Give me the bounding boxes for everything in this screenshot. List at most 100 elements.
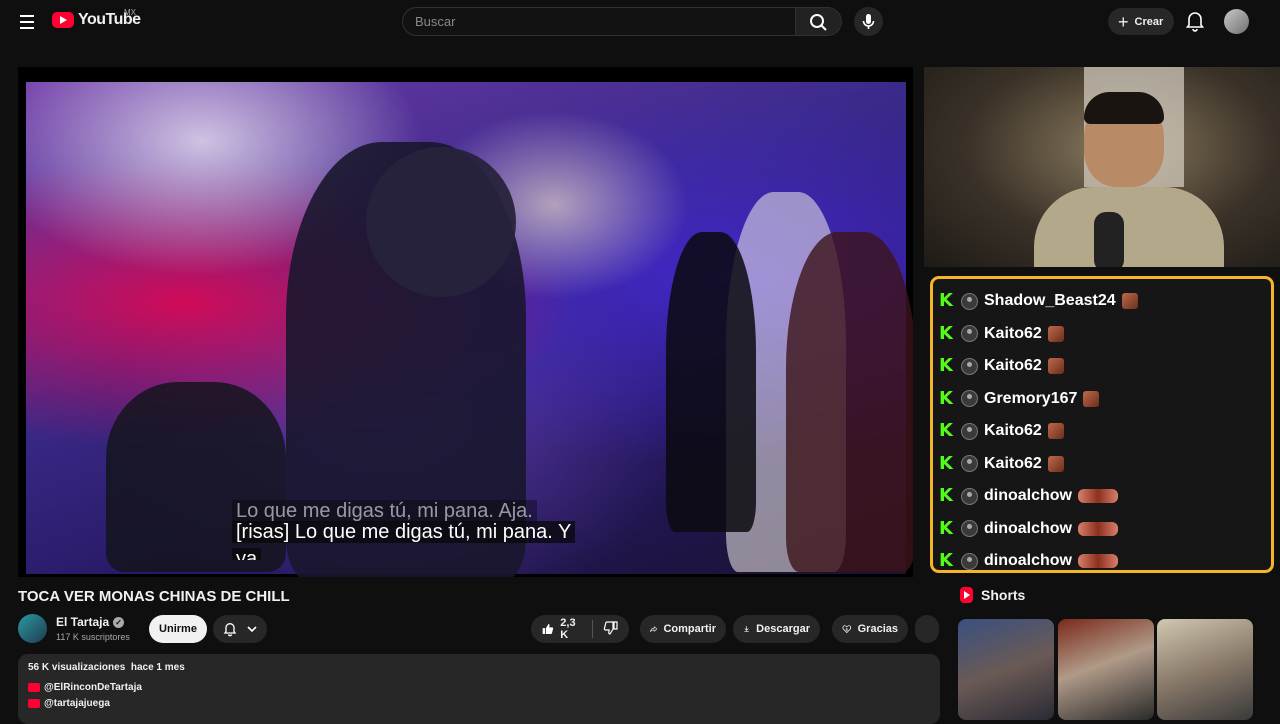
user-icon bbox=[961, 292, 978, 310]
kick-logo-icon: K bbox=[939, 550, 953, 572]
video-figure bbox=[366, 147, 516, 297]
kick-logo-icon: K bbox=[939, 387, 953, 409]
chat-message: Kdinoalchow bbox=[939, 480, 1271, 513]
search-input[interactable]: Buscar bbox=[402, 7, 796, 36]
channel-link[interactable]: @tartajajuega bbox=[28, 698, 930, 709]
video-meta: 56 K visualizaciones hace 1 mes bbox=[28, 662, 930, 673]
download-label: Descargar bbox=[756, 623, 810, 635]
join-button[interactable]: Unirme bbox=[149, 615, 207, 643]
heart-dollar-icon: $ bbox=[842, 625, 852, 634]
kick-logo-icon: K bbox=[939, 517, 953, 539]
share-label: Compartir bbox=[663, 623, 716, 635]
upload-date: hace 1 mes bbox=[130, 662, 185, 673]
shorts-heading-text: Shorts bbox=[981, 587, 1026, 603]
chat-message: K Kaito62 bbox=[939, 415, 1271, 448]
user-icon bbox=[961, 455, 978, 473]
download-button[interactable]: Descargar bbox=[733, 615, 820, 643]
short-thumbnail[interactable] bbox=[1157, 619, 1253, 720]
user-icon bbox=[961, 357, 978, 375]
shorts-icon bbox=[960, 587, 973, 603]
chat-username: Gremory167 bbox=[984, 389, 1078, 407]
share-button[interactable]: Compartir bbox=[640, 615, 726, 643]
divider bbox=[592, 620, 593, 638]
youtube-play-icon bbox=[52, 12, 74, 28]
emote-icon bbox=[1078, 489, 1118, 504]
video-figure bbox=[666, 232, 756, 532]
subtitle-text: ya bbox=[232, 548, 262, 560]
short-thumbnail[interactable] bbox=[958, 619, 1054, 720]
youtube-logo[interactable]: YouTube MX bbox=[52, 8, 141, 29]
emote-icon bbox=[1078, 554, 1118, 569]
chat-username: Shadow_Beast24 bbox=[984, 292, 1116, 310]
notifications-button[interactable] bbox=[1184, 9, 1206, 33]
emote-icon bbox=[1047, 455, 1064, 472]
like-count: 2,3 K bbox=[560, 617, 576, 641]
thanks-button[interactable]: $ Gracias bbox=[832, 615, 908, 643]
description-box[interactable]: 56 K visualizaciones hace 1 mes @ElRinco… bbox=[18, 654, 940, 724]
dislike-button[interactable] bbox=[603, 620, 619, 639]
channel-link[interactable]: @ElRinconDeTartaja bbox=[28, 682, 930, 693]
emote-icon bbox=[1078, 521, 1118, 536]
kick-logo-icon: K bbox=[939, 485, 953, 507]
youtube-icon bbox=[28, 683, 40, 692]
create-button[interactable]: + Crear bbox=[1108, 8, 1174, 35]
download-icon bbox=[744, 626, 749, 633]
like-button[interactable]: 2,3 K bbox=[541, 617, 582, 641]
share-icon bbox=[650, 626, 658, 632]
subscription-bell-button[interactable] bbox=[213, 615, 267, 643]
subtitle-line: [risas] Lo que me digas tú, mi pana. Y bbox=[232, 519, 612, 546]
chat-message: K Kaito62 bbox=[939, 318, 1271, 351]
voice-search-button[interactable] bbox=[854, 7, 883, 36]
chat-username: Kaito62 bbox=[984, 454, 1042, 472]
chat-username: dinoalchow bbox=[984, 519, 1072, 537]
chat-message: Kdinoalchow bbox=[939, 545, 1271, 578]
subtitle-line: ya bbox=[232, 546, 612, 560]
youtube-icon bbox=[28, 699, 40, 708]
chat-username: dinoalchow bbox=[984, 552, 1072, 570]
like-dislike-group: 2,3 K bbox=[531, 615, 629, 643]
user-icon bbox=[961, 422, 978, 440]
create-label: Crear bbox=[1134, 15, 1164, 28]
chat-message: Kdinoalchow bbox=[939, 513, 1271, 546]
channel-name-text: El Tartaja bbox=[56, 615, 110, 629]
emote-icon bbox=[1047, 358, 1064, 375]
channel-avatar[interactable] bbox=[18, 614, 47, 643]
user-icon bbox=[961, 487, 978, 505]
chat-username: Kaito62 bbox=[984, 357, 1042, 375]
emote-icon bbox=[1047, 423, 1064, 440]
chat-username: Kaito62 bbox=[984, 422, 1042, 440]
menu-icon[interactable] bbox=[14, 10, 40, 34]
kick-logo-icon: K bbox=[939, 355, 953, 377]
chat-username: dinoalchow bbox=[984, 487, 1072, 505]
video-player[interactable]: Lo que me digas tú, mi pana. Aja. [risas… bbox=[18, 67, 913, 577]
top-bar: YouTube MX Buscar + Crear bbox=[0, 0, 1280, 44]
channel-name[interactable]: El Tartaja ✓ bbox=[56, 615, 125, 629]
kick-logo-icon: K bbox=[939, 290, 953, 312]
user-icon bbox=[961, 325, 978, 343]
kick-logo-icon: K bbox=[939, 322, 953, 344]
more-actions-button[interactable] bbox=[915, 615, 939, 643]
short-thumbnail[interactable] bbox=[1058, 619, 1154, 720]
chat-username: Kaito62 bbox=[984, 324, 1042, 342]
thumbs-down-icon bbox=[603, 620, 618, 635]
streamer-webcam bbox=[924, 67, 1280, 267]
subtitle-text: [risas] Lo que me digas tú, mi pana. Y bbox=[232, 521, 576, 543]
streamer-shirt bbox=[1034, 187, 1224, 267]
chat-message: K Kaito62 bbox=[939, 350, 1271, 383]
user-icon bbox=[961, 552, 978, 570]
video-figure bbox=[786, 232, 913, 572]
bell-icon bbox=[1185, 12, 1205, 32]
country-code: MX bbox=[124, 8, 136, 17]
chat-message: K Gremory167 bbox=[939, 383, 1271, 416]
emote-icon bbox=[1121, 293, 1138, 310]
thanks-label: Gracias bbox=[857, 623, 898, 635]
account-avatar[interactable] bbox=[1224, 9, 1249, 34]
microphone-icon bbox=[862, 14, 875, 29]
verified-icon: ✓ bbox=[113, 616, 125, 628]
stream-chat-overlay: K Shadow_Beast24 K Kaito62 K Kaito62 K Gremo… bbox=[930, 276, 1274, 573]
emote-icon bbox=[1083, 390, 1100, 407]
chevron-down-icon bbox=[247, 626, 257, 633]
chat-message: K Kaito62 bbox=[939, 448, 1271, 481]
search-button[interactable] bbox=[796, 7, 842, 36]
channel-link-text: @tartajajuega bbox=[44, 698, 110, 709]
